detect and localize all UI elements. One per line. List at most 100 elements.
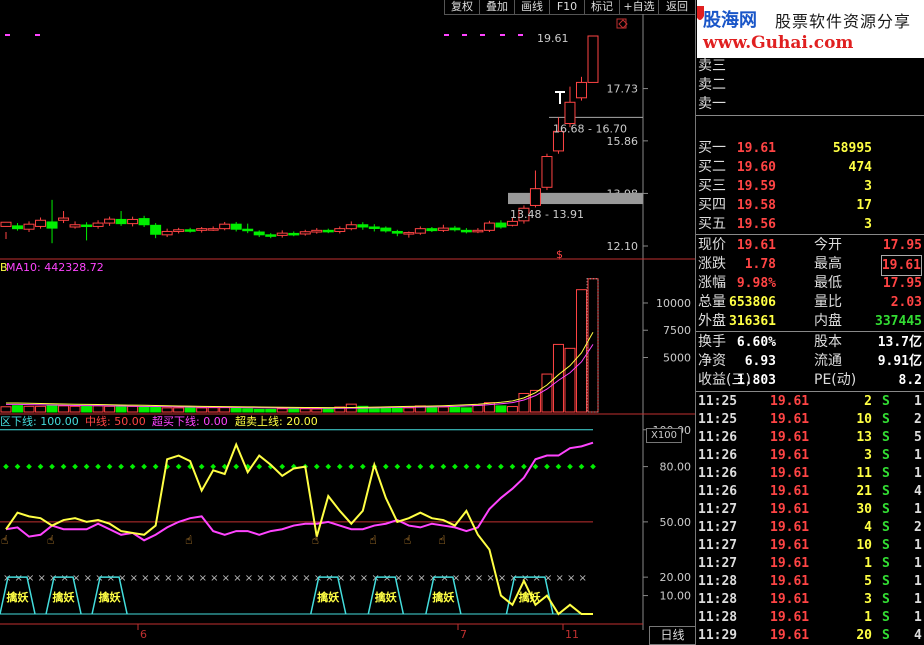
volume-bar [150, 406, 162, 413]
tick-row[interactable]: 11:26 19.61 13 S 5 [698, 429, 924, 447]
candle-body [69, 224, 81, 228]
candle-body [173, 229, 185, 232]
level-80-dot [210, 463, 217, 470]
level-80-dot [49, 463, 55, 470]
candlestick-chart[interactable]: 12.1013.9815.8617.7319.6116.68 - 16.7013… [0, 19, 648, 261]
volume-bar [104, 405, 116, 413]
volume-chart[interactable]: MA10: 442328.72B 5000 7500 10000 [0, 261, 691, 413]
level-80-dot [590, 463, 596, 470]
tick-count: 4 [914, 484, 922, 499]
overlay-button[interactable]: 叠加 [479, 0, 514, 15]
tick-row[interactable]: 11:27 19.61 10 S 1 [698, 537, 924, 555]
candle-body [92, 222, 104, 227]
logo-url: www.Guhai.com [703, 33, 854, 53]
candle-body [322, 229, 334, 233]
mark-button[interactable]: 标记 [584, 0, 619, 15]
level-80-dot [348, 463, 355, 470]
tick-side: S [882, 502, 890, 517]
buy-row[interactable]: 买二 19.60 474 [698, 158, 924, 177]
chart-area[interactable]: 12.1013.9815.8617.7319.6116.68 - 16.7013… [0, 14, 695, 644]
buy-row[interactable]: 买一 19.61 58995 [698, 139, 924, 158]
candle-body [81, 224, 93, 228]
tick-time: 11:27 [698, 520, 738, 535]
level-80-dot [325, 463, 332, 470]
ma5-line [6, 331, 594, 409]
tick-time: 11:27 [698, 556, 738, 571]
volume-bar [127, 405, 139, 413]
buy-row[interactable]: 买四 19.58 17 [698, 196, 924, 215]
back-button[interactable]: 返回 [658, 0, 695, 15]
indicator-tick-label: 80.00 [660, 461, 692, 474]
tick-row[interactable]: 11:25 19.61 10 S 2 [698, 411, 924, 429]
level-20-cross: × [532, 573, 540, 584]
tick-row[interactable]: 11:27 19.61 30 S 1 [698, 501, 924, 519]
level-20-cross: × [38, 573, 46, 584]
candle-body [161, 230, 173, 236]
tick-row[interactable]: 11:29 19.61 20 S 4 [698, 627, 924, 645]
tick-volume: 3 [864, 448, 872, 463]
add-watchlist-button[interactable]: +自选 [619, 0, 658, 15]
tick-row[interactable]: 11:26 19.61 21 S 4 [698, 483, 924, 501]
tick-row[interactable]: 11:27 19.61 1 S 1 [698, 555, 924, 573]
level-80-dot [106, 463, 113, 470]
buy-volume: 58995 [832, 141, 872, 156]
buy-row[interactable]: 买三 19.59 3 [698, 177, 924, 196]
tick-row[interactable]: 11:28 19.61 3 S 1 [698, 591, 924, 609]
tick-price: 19.61 [770, 394, 810, 409]
buy-volume: 3 [864, 179, 872, 194]
level-20-cross: × [360, 573, 368, 584]
finance-row: 净资 6.93 流通 9.91亿 [698, 352, 924, 371]
volume-bar [115, 405, 127, 413]
buy-level-label: 买二 [698, 159, 726, 175]
level-80-dot [440, 463, 447, 470]
tick-volume: 20 [856, 628, 872, 643]
tick-price: 19.61 [770, 628, 810, 643]
tick-side: S [882, 412, 890, 427]
candle-body [219, 223, 231, 230]
level-20-cross: × [210, 573, 218, 584]
indicator-legend: 超卖上线: 20.00 [235, 414, 318, 428]
level-80-dot [406, 463, 412, 470]
volume-bar [23, 405, 35, 413]
signal-zone-label: 擒妖 [7, 590, 30, 604]
indicator-chart[interactable]: 区下线: 100.00 中线: 50.00 超买下线: 0.00 超卖上线: 20.0… [0, 414, 691, 641]
buy-row[interactable]: 买五 19.56 3 [698, 215, 924, 234]
candle-body [184, 229, 196, 232]
logo-slogan: 股票软件资源分享 [775, 12, 912, 31]
volume-bar [472, 404, 484, 413]
level-20-cross: × [463, 573, 471, 584]
stat-value: 1.78 [744, 257, 776, 272]
finance-label: 流通 [814, 353, 842, 369]
stat-label: 最低 [814, 275, 842, 291]
finance-value: 6.93 [744, 354, 776, 369]
tick-row[interactable]: 11:25 19.61 2 S 1 [698, 393, 924, 411]
level-80-dot [452, 463, 458, 470]
f10-button[interactable]: F10 [549, 0, 584, 15]
tick-row[interactable]: 11:26 19.61 3 S 1 [698, 447, 924, 465]
candle-body [253, 231, 265, 236]
volume-bar [12, 405, 24, 413]
date-label: 7 [460, 628, 467, 641]
level-80-dot [152, 463, 159, 470]
candle-body [357, 224, 369, 228]
candle-body [150, 224, 162, 235]
restore-rights-button[interactable]: 复权 [444, 0, 479, 15]
stat-value: 2.03 [890, 295, 922, 310]
stat-row: 总量 653806 量比 2.03 [698, 293, 924, 312]
tick-side: S [882, 394, 890, 409]
tick-row[interactable]: 11:27 19.61 4 S 2 [698, 519, 924, 537]
high-price-label: 19.61 [537, 32, 569, 45]
buy-volume: 3 [864, 217, 872, 232]
draw-line-button[interactable]: 画线 [514, 0, 549, 15]
price-tick-label: 17.73 [607, 83, 639, 96]
tick-volume: 2 [864, 394, 872, 409]
tick-row[interactable]: 11:28 19.61 1 S 1 [698, 609, 924, 627]
tick-row[interactable]: 11:28 19.61 5 S 1 [698, 573, 924, 591]
period-daily-button[interactable]: 日线 [649, 626, 696, 645]
tick-row[interactable]: 11:26 19.61 11 S 1 [698, 465, 924, 483]
buy-level-label: 买三 [698, 178, 726, 194]
buy-volume: 474 [848, 160, 872, 175]
level-80-dot [382, 463, 389, 470]
logo-brand: 股海网 [703, 10, 757, 31]
divider [696, 391, 924, 392]
